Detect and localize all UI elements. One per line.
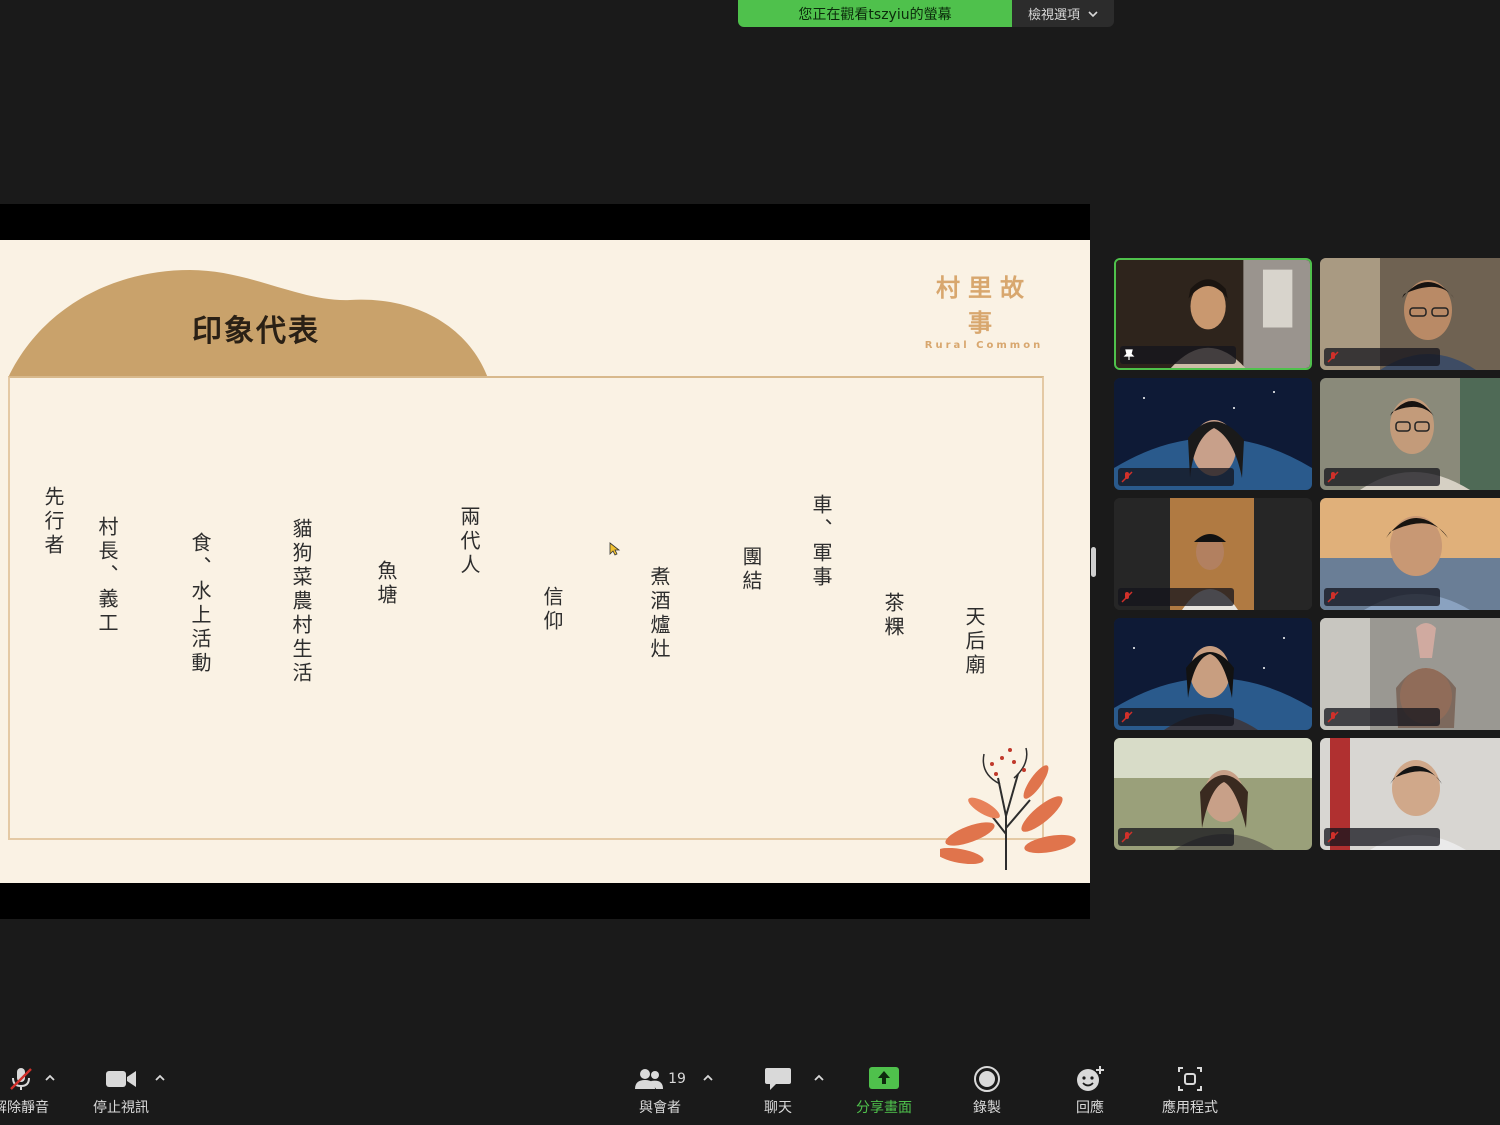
microphone-muted-icon	[1327, 831, 1339, 843]
slide-title: 印象代表	[192, 314, 320, 349]
unmute-label: 解除靜音	[0, 1100, 49, 1116]
keyword: 茶粿	[881, 592, 905, 640]
video-tile-8[interactable]	[1320, 618, 1500, 730]
keyword: 信仰	[540, 586, 564, 634]
brand-logo: 村里故事 Rural Common	[924, 268, 1044, 351]
keyword: 食、水上活動	[188, 532, 212, 676]
keyword: 團結	[739, 546, 763, 594]
chat-label: 聊天	[764, 1100, 792, 1116]
share-banner: 您正在觀看tszyiu的螢幕 檢視選項	[738, 0, 1114, 27]
participants-label: 與會者	[639, 1100, 681, 1116]
apps-button[interactable]: 應用程式	[1150, 1063, 1230, 1119]
apps-label: 應用程式	[1162, 1100, 1218, 1116]
participant-nameplate	[1324, 708, 1440, 726]
apps-icon	[1178, 1067, 1202, 1091]
video-tile-10[interactable]	[1320, 738, 1500, 850]
microphone-muted-icon	[10, 1068, 32, 1090]
video-tile-4[interactable]	[1320, 378, 1500, 490]
participant-nameplate	[1120, 346, 1236, 364]
microphone-muted-icon	[1327, 591, 1339, 603]
keyword: 兩代人	[457, 506, 481, 578]
chevron-up-icon[interactable]	[153, 1071, 167, 1085]
participant-nameplate	[1118, 468, 1234, 486]
share-screen-icon	[869, 1067, 899, 1089]
chat-icon	[765, 1068, 791, 1090]
participant-nameplate	[1324, 588, 1440, 606]
gallery-resize-handle[interactable]	[1091, 547, 1096, 577]
record-icon	[974, 1066, 1000, 1092]
participant-nameplate	[1118, 588, 1234, 606]
microphone-muted-icon	[1121, 591, 1133, 603]
plant-illustration	[940, 747, 1076, 870]
presentation-slide: 印象代表 村里故事 Rural Common 先行者 村長、義工 食、水上活動 …	[0, 240, 1090, 883]
view-options-label: 檢視選項	[1027, 8, 1080, 23]
participants-count: 19	[668, 1071, 686, 1087]
microphone-muted-icon	[1121, 711, 1133, 723]
participant-nameplate	[1324, 348, 1440, 366]
video-tile-2[interactable]	[1320, 258, 1500, 370]
zoom-meeting-window: 您正在觀看tszyiu的螢幕 檢視選項 印象代表 村里故事 Rural Comm…	[0, 0, 1500, 1125]
brand-name-en: Rural Common	[924, 340, 1044, 351]
video-tile-5[interactable]	[1114, 498, 1312, 610]
meeting-toolbar: 解除靜音 停止視訊 19 與會者	[0, 1057, 1500, 1125]
stop-video-label: 停止視訊	[93, 1100, 149, 1116]
record-button[interactable]: 錄製	[957, 1063, 1017, 1119]
microphone-muted-icon	[1327, 711, 1339, 723]
video-tile-9[interactable]	[1114, 738, 1312, 850]
chevron-down-icon	[1088, 10, 1098, 17]
brand-name-zh: 村里故事	[936, 274, 1032, 337]
microphone-muted-icon	[1121, 471, 1133, 483]
reaction-icon	[1077, 1066, 1104, 1091]
keyword: 先行者	[41, 486, 65, 558]
keyword: 貓狗菜農村生活	[289, 518, 313, 686]
keyword: 天后廟	[962, 606, 986, 678]
viewing-screen-label: 您正在觀看tszyiu的螢幕	[738, 0, 1012, 27]
reactions-button[interactable]: 回應	[1060, 1063, 1120, 1119]
participants-icon	[635, 1069, 664, 1089]
microphone-muted-icon	[1121, 831, 1133, 843]
participant-nameplate	[1324, 828, 1440, 846]
keyword: 煮酒爐灶	[647, 566, 671, 662]
keyword: 車、軍事	[809, 494, 833, 590]
pin-icon	[1123, 349, 1135, 360]
keyword: 魚塘	[374, 560, 398, 608]
reactions-label: 回應	[1076, 1100, 1104, 1116]
video-tile-7[interactable]	[1114, 618, 1312, 730]
mouse-cursor-icon	[609, 542, 621, 556]
video-tile-1[interactable]	[1114, 258, 1312, 370]
view-options-button[interactable]: 檢視選項	[1012, 0, 1114, 27]
record-label: 錄製	[973, 1100, 1001, 1116]
participants-button[interactable]: 19 與會者	[622, 1063, 698, 1119]
participant-nameplate	[1118, 708, 1234, 726]
microphone-muted-icon	[1327, 351, 1339, 363]
chat-button[interactable]: 聊天	[748, 1063, 808, 1119]
video-tile-3[interactable]	[1114, 378, 1312, 490]
stop-video-button[interactable]: 停止視訊	[86, 1063, 156, 1119]
participant-nameplate	[1324, 468, 1440, 486]
share-screen-button[interactable]: 分享畫面	[846, 1063, 922, 1119]
video-tile-6[interactable]	[1320, 498, 1500, 610]
chevron-up-icon[interactable]	[701, 1071, 715, 1085]
camera-icon	[106, 1071, 136, 1087]
microphone-muted-icon	[1327, 471, 1339, 483]
chevron-up-icon[interactable]	[812, 1071, 826, 1085]
participant-nameplate	[1118, 828, 1234, 846]
shared-screen: 印象代表 村里故事 Rural Common 先行者 村長、義工 食、水上活動 …	[0, 204, 1090, 919]
share-screen-label: 分享畫面	[856, 1100, 912, 1116]
chevron-up-icon[interactable]	[43, 1071, 57, 1085]
keyword: 村長、義工	[95, 516, 119, 636]
